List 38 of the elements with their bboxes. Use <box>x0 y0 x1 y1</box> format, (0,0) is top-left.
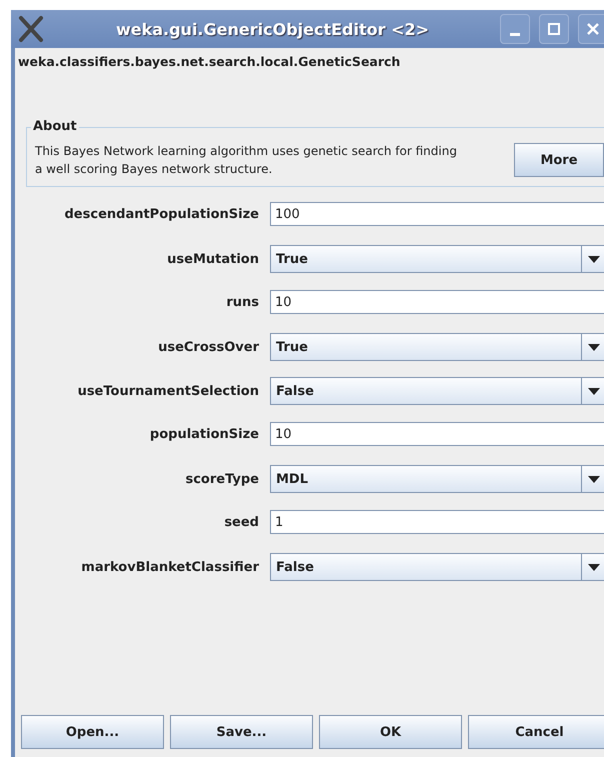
input-field[interactable]: 10 <box>270 422 604 446</box>
property-label: populationSize <box>150 426 259 442</box>
dialog-button[interactable]: Cancel <box>468 715 604 749</box>
property-label: useMutation <box>167 252 259 266</box>
dropdown[interactable]: MDL <box>270 465 604 493</box>
caret-icon <box>588 344 600 350</box>
maximize-button[interactable] <box>539 14 569 44</box>
input-field[interactable]: 100 <box>270 202 604 226</box>
dialog-button[interactable]: Save... <box>170 715 313 749</box>
caret-icon <box>588 564 600 570</box>
minimize-button[interactable] <box>500 14 530 44</box>
close-icon <box>586 22 600 36</box>
property-label: useTournamentSelection <box>78 384 259 398</box>
about-text: This Bayes Network learning algorithm uses genetic search for finding a well scoring Bayes network structure. <box>35 143 458 178</box>
property-label: markovBlanketClassifier <box>81 560 259 574</box>
x-logo-icon <box>17 15 45 43</box>
property-label: seed <box>224 514 259 530</box>
caret-icon <box>588 256 600 262</box>
dropdown[interactable]: True <box>270 333 604 361</box>
caret-icon <box>588 476 600 482</box>
close-button[interactable] <box>578 14 604 44</box>
dialog-button[interactable]: OK <box>319 715 462 749</box>
property-label: scoreType <box>185 472 259 486</box>
dropdown[interactable]: False <box>270 553 604 581</box>
property-label: descendantPopulationSize <box>64 206 259 222</box>
dropdown[interactable]: False <box>270 377 604 405</box>
maximize-icon <box>547 22 561 36</box>
input-field[interactable]: 10 <box>270 290 604 314</box>
property-label: runs <box>226 294 259 310</box>
window-title: weka.gui.GenericObjectEditor <2> <box>114 20 430 38</box>
property-label: useCrossOver <box>158 340 259 354</box>
minimize-icon <box>510 32 520 36</box>
dialog-button[interactable]: Open... <box>21 715 164 749</box>
class-name: weka.classifiers.bayes.net.search.local.GeneticSearch <box>17 53 400 69</box>
more-button[interactable]: More <box>514 143 604 177</box>
dropdown[interactable]: True <box>270 245 604 273</box>
caret-icon <box>588 388 600 394</box>
input-field[interactable]: 1 <box>270 510 604 534</box>
